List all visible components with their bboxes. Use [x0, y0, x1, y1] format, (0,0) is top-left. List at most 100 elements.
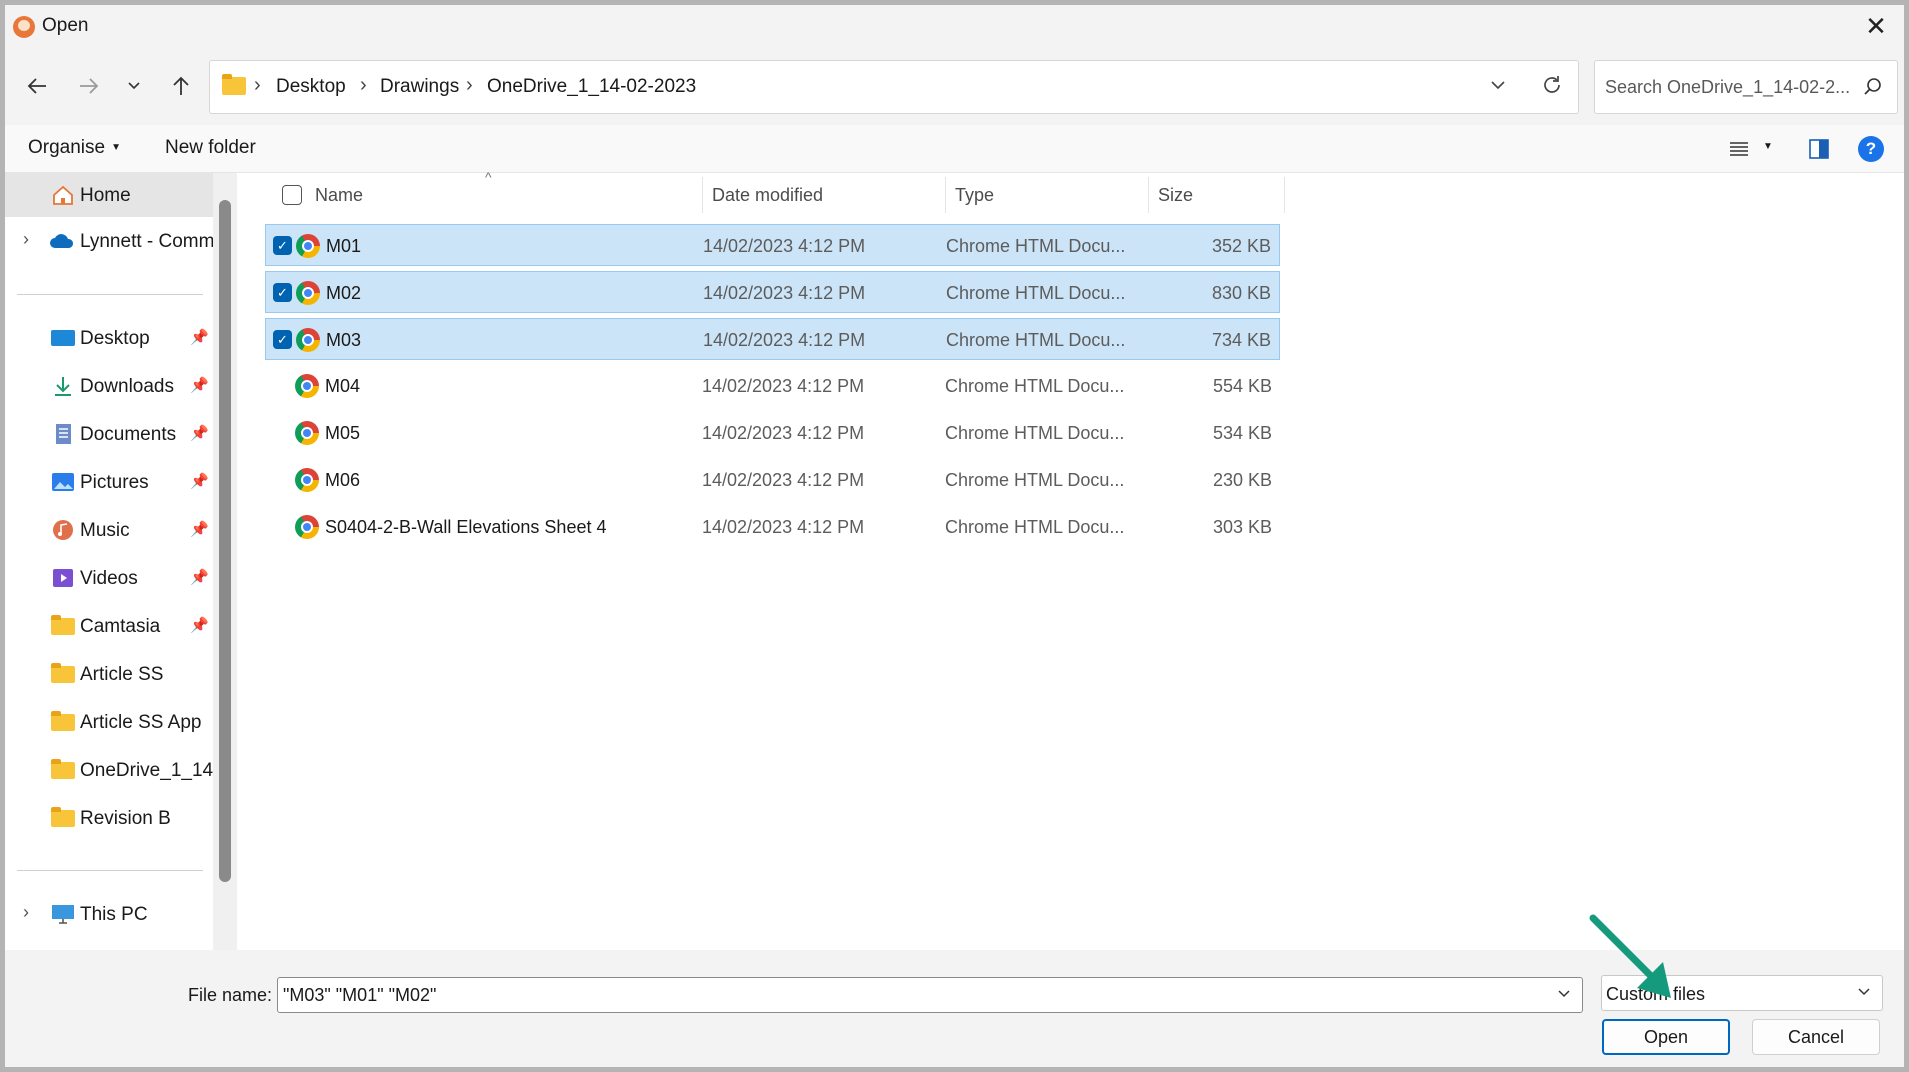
pin-icon[interactable]: 📌 — [190, 472, 209, 490]
folder-icon — [51, 615, 75, 635]
file-row-m03[interactable]: ✓ M03 14/02/2023 4:12 PM Chrome HTML Doc… — [265, 318, 1280, 360]
file-list: ^ Name Date modified Type Size ✓ M01 14/… — [237, 169, 1904, 950]
documents-icon — [56, 424, 71, 444]
pin-icon[interactable]: 📌 — [190, 424, 209, 442]
back-button[interactable] — [18, 67, 56, 105]
address-bar[interactable]: › Desktop › Drawings › OneDrive_1_14-02-… — [209, 60, 1579, 114]
breadcrumb-separator: › — [360, 74, 367, 96]
column-header-type[interactable]: Type — [945, 173, 1148, 217]
checkmark-icon[interactable]: ✓ — [273, 283, 292, 302]
file-type: Chrome HTML Docu... — [945, 470, 1125, 490]
sidebar-item-onedrive[interactable]: › Lynnett - Comm — [5, 219, 213, 263]
pin-icon[interactable]: 📌 — [190, 520, 209, 538]
file-size: 352 KB — [1211, 236, 1271, 256]
sidebar-item-home[interactable]: Home — [5, 173, 213, 217]
close-button[interactable]: ✕ — [1848, 5, 1904, 47]
open-button[interactable]: Open — [1602, 1019, 1730, 1055]
file-name-label: File name: — [188, 985, 273, 1005]
breadcrumb-separator: › — [466, 74, 473, 96]
recent-locations-button[interactable] — [115, 67, 153, 105]
refresh-icon — [1544, 76, 1560, 93]
breadcrumb-current-folder[interactable]: OneDrive_1_14-02-2023 — [487, 76, 696, 98]
address-history-button[interactable] — [1488, 75, 1508, 100]
sidebar-label: Camtasia — [80, 616, 161, 637]
caret-down-icon[interactable]: ▼ — [1763, 141, 1773, 152]
column-header-date[interactable]: Date modified — [702, 173, 945, 217]
search-icon — [1864, 78, 1881, 95]
sidebar-item-downloads[interactable]: Downloads 📌 — [5, 364, 213, 408]
new-folder-button[interactable]: New folder — [165, 137, 256, 159]
sidebar-item-videos[interactable]: Videos 📌 — [5, 556, 213, 600]
pin-icon[interactable]: 📌 — [190, 616, 209, 634]
pin-icon[interactable]: 📌 — [190, 328, 209, 346]
sidebar-scrollbar-thumb[interactable] — [219, 200, 231, 882]
up-button[interactable] — [162, 67, 200, 105]
checkmark-icon[interactable]: ✓ — [273, 330, 292, 349]
breadcrumb-desktop[interactable]: Desktop — [276, 76, 346, 98]
sidebar-item-camtasia[interactable]: Camtasia 📌 — [5, 604, 213, 648]
desktop-icon — [51, 330, 75, 346]
sidebar-label: Videos — [80, 568, 138, 589]
chevron-down-icon — [128, 82, 140, 90]
file-row-m01[interactable]: ✓ M01 14/02/2023 4:12 PM Chrome HTML Doc… — [265, 224, 1280, 266]
sidebar-label: Documents — [80, 424, 177, 445]
column-separator[interactable] — [1284, 177, 1285, 213]
breadcrumb-drawings[interactable]: Drawings — [380, 76, 459, 98]
file-date: 14/02/2023 4:12 PM — [703, 236, 866, 256]
sidebar-item-onedrive-folder[interactable]: OneDrive_1_14-( — [5, 748, 213, 792]
column-label: Name — [315, 185, 364, 205]
organise-label: Organise — [28, 137, 106, 158]
search-box[interactable]: Search OneDrive_1_14-02-2... — [1594, 60, 1898, 114]
view-options-icon[interactable] — [1727, 137, 1751, 161]
chrome-html-file-icon — [295, 468, 319, 492]
cancel-button[interactable]: Cancel — [1752, 1019, 1880, 1055]
column-header-size[interactable]: Size — [1148, 173, 1284, 217]
sidebar-item-documents[interactable]: Documents 📌 — [5, 412, 213, 456]
file-name-field[interactable]: "M03" "M01" "M02" — [277, 977, 1583, 1013]
search-input[interactable]: Search OneDrive_1_14-02-2... — [1605, 77, 1850, 98]
refresh-button[interactable] — [1540, 73, 1564, 102]
preview-pane-icon[interactable] — [1807, 137, 1831, 161]
pin-icon[interactable]: 📌 — [190, 376, 209, 394]
sidebar-label: OneDrive_1_14-( — [80, 760, 213, 781]
file-row-m04[interactable]: M04 14/02/2023 4:12 PM Chrome HTML Docu.… — [265, 365, 1280, 407]
sidebar-item-article-ss-app[interactable]: Article SS App — [5, 700, 213, 744]
pin-icon[interactable]: 📌 — [190, 568, 209, 586]
help-icon[interactable]: ? — [1858, 136, 1884, 162]
computer-icon — [52, 905, 74, 924]
organise-menu[interactable]: Organise ▼ — [28, 137, 121, 159]
folder-icon — [51, 711, 75, 731]
chevron-right-icon[interactable]: › — [23, 902, 29, 923]
forward-button[interactable] — [70, 67, 108, 105]
file-type: Chrome HTML Docu... — [946, 236, 1126, 256]
folder-icon — [222, 74, 246, 95]
sidebar-item-article-ss[interactable]: Article SS — [5, 652, 213, 696]
column-header-name[interactable]: ^ Name — [237, 169, 702, 217]
sidebar-item-this-pc[interactable]: › This PC — [5, 892, 213, 936]
chevron-down-icon[interactable] — [1556, 986, 1572, 1002]
caret-down-icon: ▼ — [111, 142, 122, 154]
sidebar-item-pictures[interactable]: Pictures 📌 — [5, 460, 213, 504]
sidebar-item-revision-b[interactable]: Revision B — [5, 796, 213, 840]
file-size: 303 KB — [1212, 517, 1272, 537]
title-bar: Open ✕ — [5, 5, 1904, 47]
file-row-m02[interactable]: ✓ M02 14/02/2023 4:12 PM Chrome HTML Doc… — [265, 271, 1280, 313]
file-type: Chrome HTML Docu... — [946, 330, 1126, 350]
file-row-m06[interactable]: M06 14/02/2023 4:12 PM Chrome HTML Docu.… — [265, 459, 1280, 501]
sidebar-divider — [17, 294, 203, 295]
chevron-right-icon[interactable]: › — [23, 229, 29, 250]
file-name-value[interactable]: "M03" "M01" "M02" — [283, 985, 436, 1006]
sidebar-item-music[interactable]: Music 📌 — [5, 508, 213, 552]
forward-arrow-icon — [80, 78, 99, 94]
chrome-html-file-icon — [296, 328, 320, 352]
select-all-checkbox[interactable] — [282, 185, 302, 205]
sidebar-label: Downloads — [80, 376, 174, 397]
file-row-s0404[interactable]: S0404-2-B-Wall Elevations Sheet 4 14/02/… — [265, 506, 1280, 548]
file-row-m05[interactable]: M05 14/02/2023 4:12 PM Chrome HTML Docu.… — [265, 412, 1280, 454]
chevron-down-icon[interactable] — [1856, 984, 1872, 1000]
sidebar-item-desktop[interactable]: Desktop 📌 — [5, 316, 213, 360]
file-type: Chrome HTML Docu... — [945, 423, 1125, 443]
chevron-down-icon — [1491, 81, 1505, 90]
checkmark-icon[interactable]: ✓ — [273, 236, 292, 255]
sidebar-label: Desktop — [80, 328, 150, 349]
